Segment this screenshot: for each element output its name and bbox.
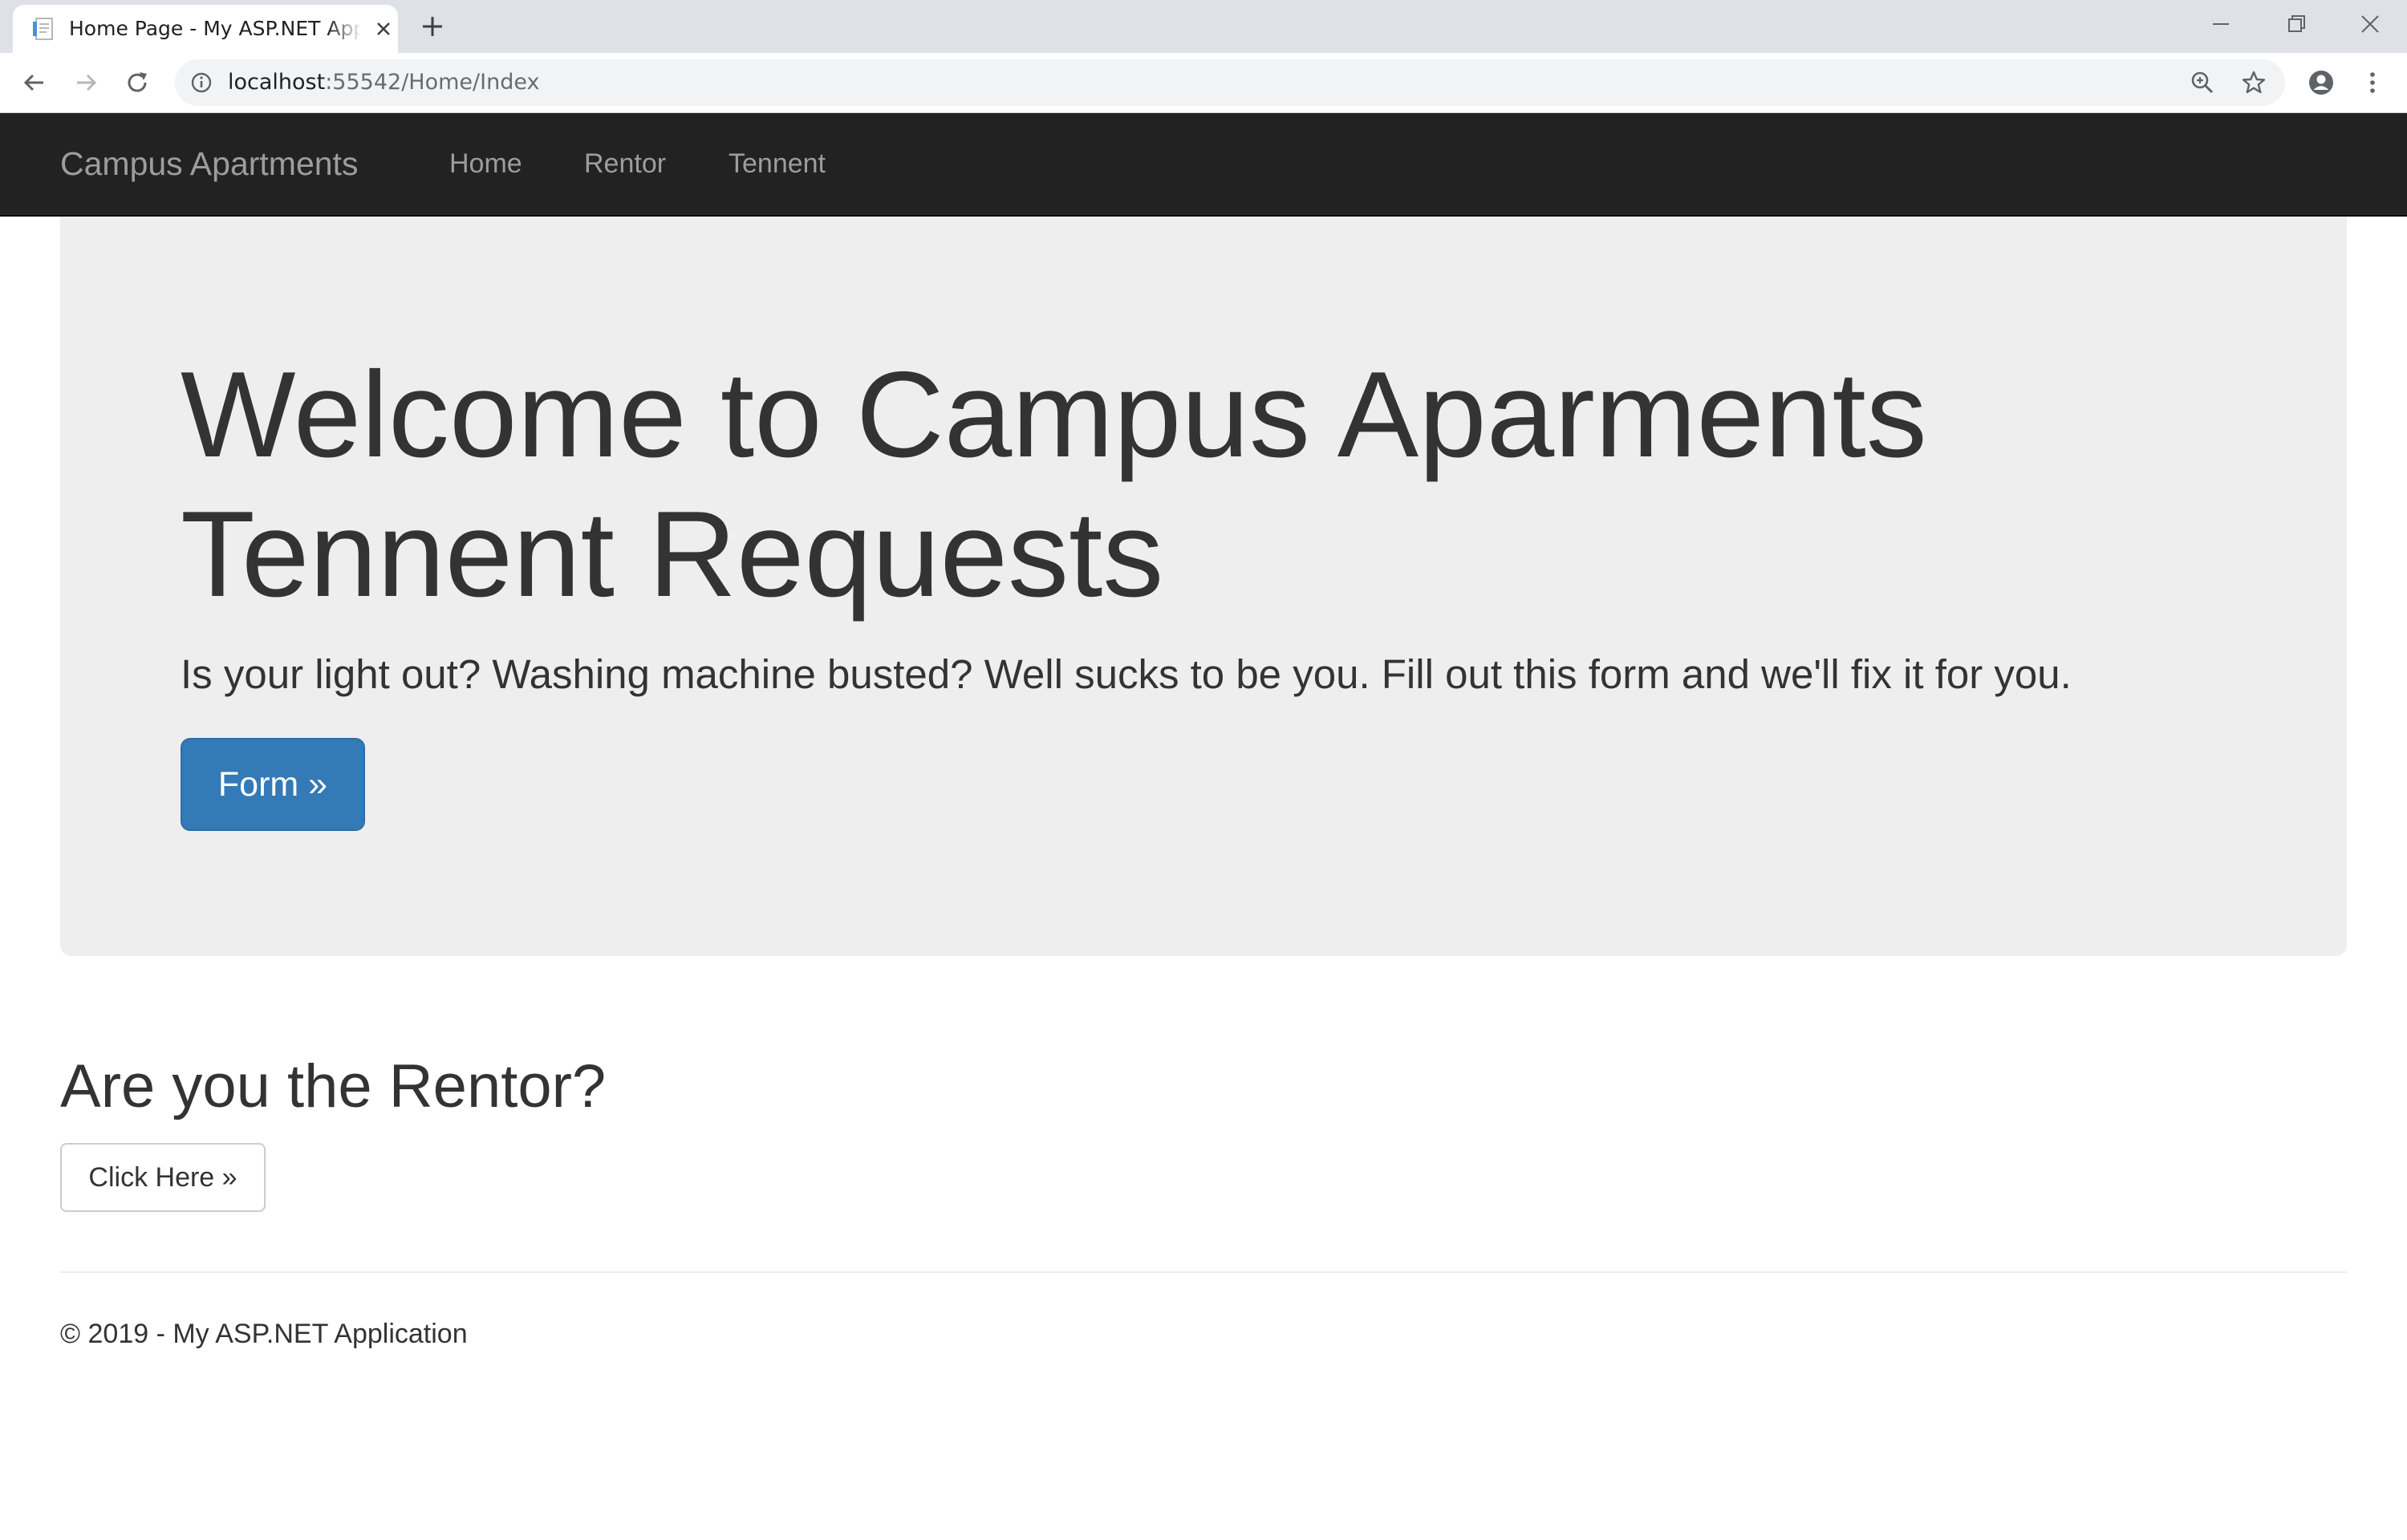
minimize-icon[interactable] bbox=[2205, 8, 2237, 40]
browser-tab[interactable]: Home Page - My ASP.NET Application bbox=[13, 5, 398, 53]
info-icon[interactable] bbox=[189, 71, 213, 95]
click-here-button[interactable]: Click Here » bbox=[60, 1143, 266, 1212]
page-title: Welcome to Campus Aparments Tennent Requ… bbox=[181, 346, 1927, 622]
form-button[interactable]: Form » bbox=[181, 738, 365, 831]
reload-icon[interactable] bbox=[122, 67, 152, 98]
tab-title-fade bbox=[327, 5, 363, 53]
jumbotron: Welcome to Campus Aparments Tennent Requ… bbox=[60, 217, 2347, 956]
url-path: :55542/Home/Index bbox=[325, 70, 540, 95]
page-icon bbox=[33, 18, 53, 40]
footer-divider bbox=[60, 1271, 2347, 1273]
zoom-icon[interactable] bbox=[2189, 69, 2216, 96]
lead-text: Is your light out? Washing machine buste… bbox=[181, 651, 2072, 697]
close-window-icon[interactable] bbox=[2354, 8, 2386, 40]
nav-link-home[interactable]: Home bbox=[449, 113, 522, 215]
restore-icon[interactable] bbox=[2280, 8, 2312, 40]
tab-title: Home Page - My ASP.NET Application bbox=[69, 17, 359, 40]
browser-toolbar: localhost:55542/Home/Index bbox=[0, 53, 2407, 113]
browser-tabstrip: Home Page - My ASP.NET Application bbox=[0, 0, 2407, 53]
back-arrow-icon[interactable] bbox=[19, 67, 50, 98]
footer-text: © 2019 - My ASP.NET Application bbox=[60, 1319, 468, 1349]
address-bar[interactable]: localhost:55542/Home/Index bbox=[175, 59, 2285, 106]
site-navbar: Campus Apartments Home Rentor Tennent bbox=[0, 113, 2407, 217]
rentor-heading: Are you the Rentor? bbox=[60, 1052, 607, 1121]
new-tab-icon[interactable] bbox=[419, 13, 446, 40]
navbar-brand[interactable]: Campus Apartments bbox=[60, 113, 358, 215]
close-tab-icon[interactable] bbox=[372, 18, 395, 40]
url-text: localhost:55542/Home/Index bbox=[228, 59, 539, 106]
nav-link-tennent[interactable]: Tennent bbox=[729, 113, 826, 215]
profile-icon[interactable] bbox=[2306, 67, 2336, 98]
bookmark-star-icon[interactable] bbox=[2240, 69, 2267, 96]
more-menu-icon[interactable] bbox=[2357, 67, 2388, 98]
nav-link-rentor[interactable]: Rentor bbox=[584, 113, 666, 215]
forward-arrow-icon[interactable] bbox=[71, 67, 101, 98]
url-host: localhost bbox=[228, 70, 326, 95]
